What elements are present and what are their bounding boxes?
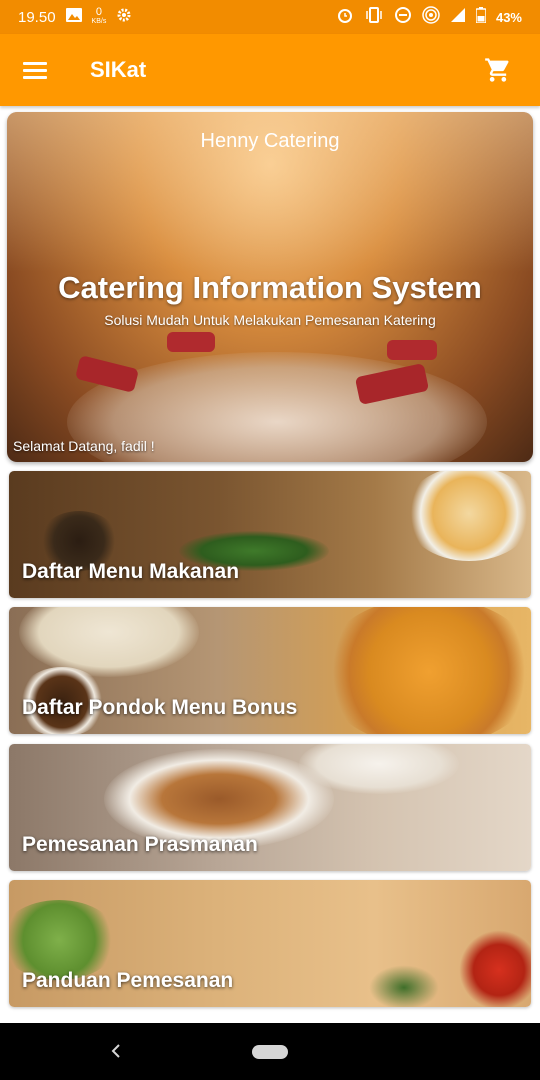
hero-banner: Henny Catering Catering Information Syst… <box>7 112 533 462</box>
net-speed: 0 KB/s <box>91 6 107 26</box>
status-bar: 19.50 0 KB/s 43% <box>0 0 540 34</box>
hamburger-menu-button[interactable] <box>0 34 70 106</box>
hero-tagline: Solusi Mudah Untuk Melakukan Pemesanan K… <box>104 312 436 328</box>
menu-card-label: Pemesanan Prasmanan <box>22 833 258 856</box>
cherry-tomatoes-decoration <box>459 930 531 1007</box>
vegetables-decoration <box>9 900 119 980</box>
napkin-decoration <box>387 340 437 360</box>
plate-decoration <box>19 607 199 677</box>
shopping-cart-icon <box>485 58 509 82</box>
hero-title: Catering Information System <box>58 270 482 305</box>
menu-card-label: Daftar Menu Makanan <box>22 560 240 583</box>
caterer-name: Henny Catering <box>200 130 340 152</box>
do-not-disturb-icon <box>394 6 412 28</box>
herb-leaf-decoration <box>369 965 439 1007</box>
alarm-icon <box>336 6 354 28</box>
menu-card-order-guide[interactable]: Panduan Pemesanan <box>9 880 531 1007</box>
status-time: 19.50 <box>18 8 56 26</box>
gallery-icon <box>65 8 82 26</box>
battery-percent: 43% <box>495 9 522 25</box>
back-button[interactable] <box>104 1039 128 1063</box>
app-title: SIKat <box>90 57 147 82</box>
food-plate-decoration <box>404 471 531 561</box>
napkin-decoration <box>167 332 215 352</box>
menu-card-label: Daftar Pondok Menu Bonus <box>22 696 298 719</box>
home-pill-button[interactable] <box>252 1045 288 1059</box>
menu-card-food-list[interactable]: Daftar Menu Makanan <box>9 471 531 598</box>
app-bar: SIKat <box>0 34 540 106</box>
back-chevron-icon <box>111 1044 120 1058</box>
vibrate-icon <box>364 7 384 27</box>
battery-icon <box>475 7 487 27</box>
menu-card-buffet-order[interactable]: Pemesanan Prasmanan <box>9 744 531 871</box>
settings-gear-icon <box>116 7 132 27</box>
welcome-message: Selamat Datang, fadil ! <box>13 438 155 454</box>
soup-bowl-decoration <box>319 607 531 734</box>
cart-button[interactable] <box>468 40 528 100</box>
hotspot-icon <box>422 6 440 28</box>
system-nav-bar <box>0 1023 540 1080</box>
hamburger-menu-icon <box>23 58 47 83</box>
menu-card-bonus-menu[interactable]: Daftar Pondok Menu Bonus <box>9 607 531 734</box>
menu-card-label: Panduan Pemesanan <box>22 969 234 992</box>
signal-icon <box>450 7 466 27</box>
